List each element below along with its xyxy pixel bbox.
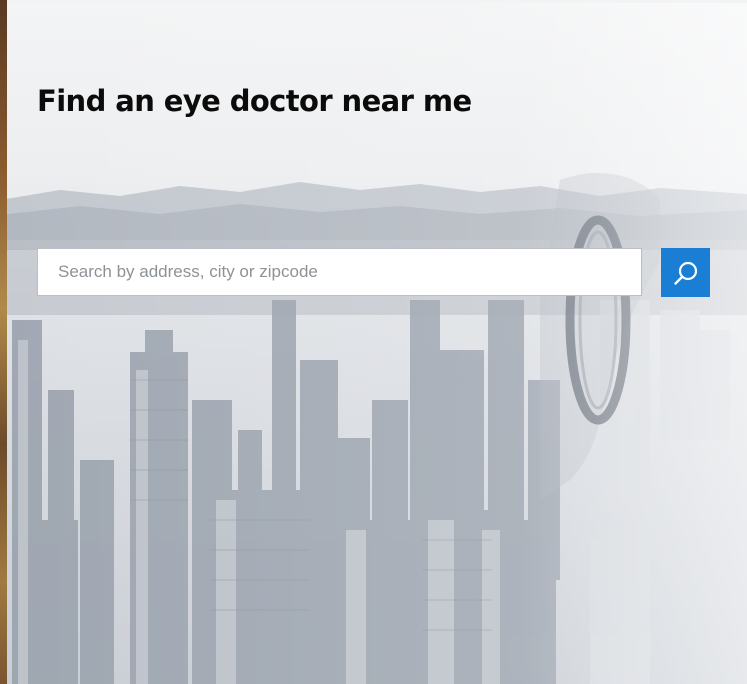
search-button[interactable] <box>661 248 710 297</box>
search-box <box>37 248 642 296</box>
hero-section: Find an eye doctor near me <box>0 0 747 684</box>
page-title: Find an eye doctor near me <box>37 84 472 118</box>
search-icon <box>673 261 697 285</box>
search-panel: Find an eye doctor near me <box>0 0 747 684</box>
search-input[interactable] <box>38 249 641 295</box>
